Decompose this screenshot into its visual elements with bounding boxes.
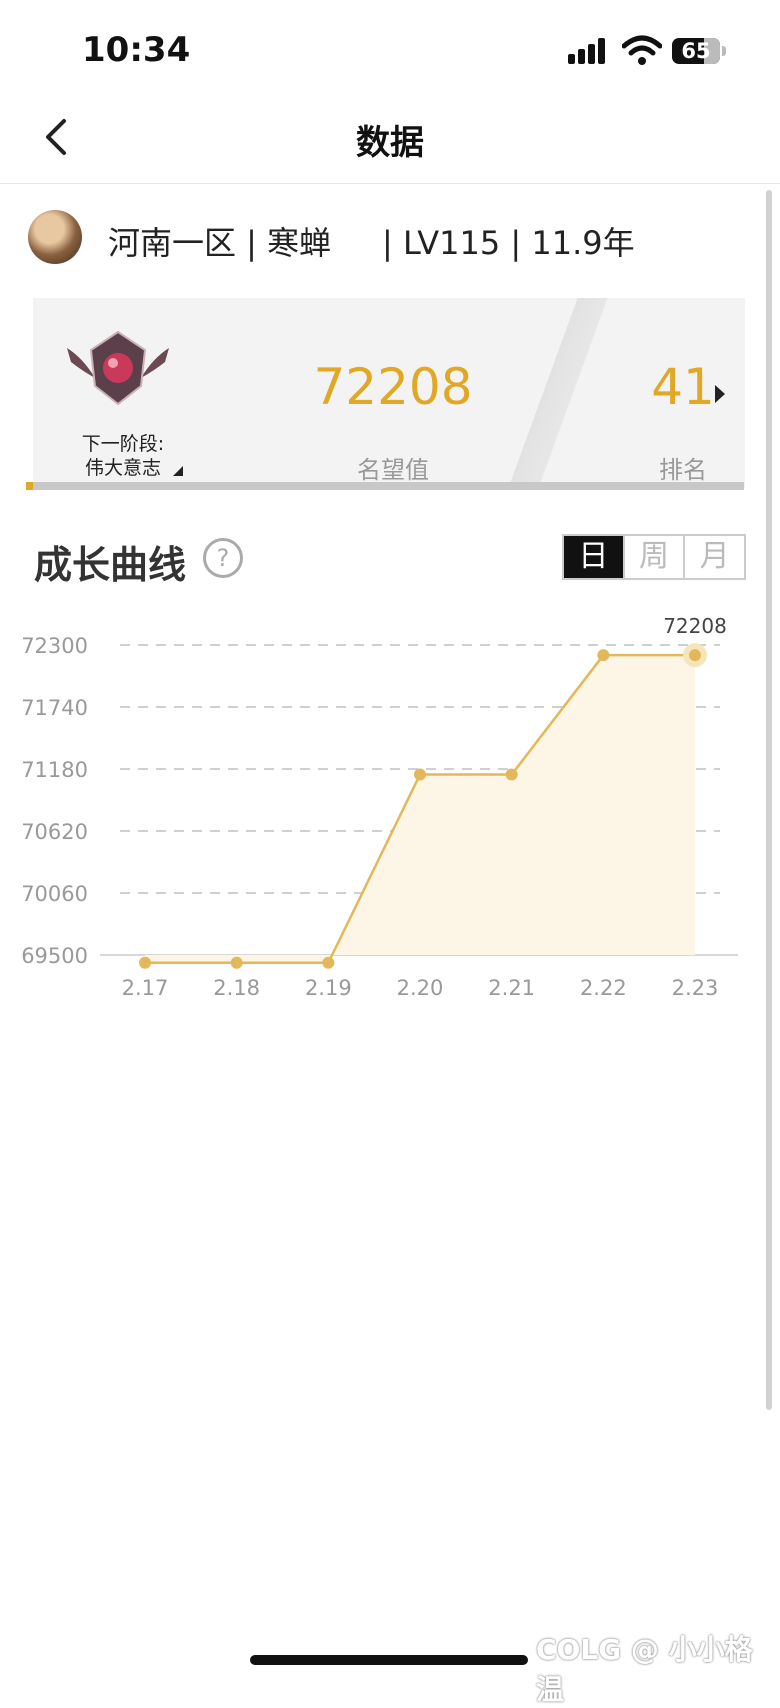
tab-day[interactable]: 日	[564, 536, 623, 578]
period-tabs: 日 周 月	[562, 534, 746, 580]
reputation-label: 名望值	[357, 456, 429, 484]
x-tick-label: 2.20	[397, 976, 444, 1000]
x-tick-label: 2.17	[122, 976, 169, 1000]
tab-month[interactable]: 月	[683, 536, 744, 578]
battery-tip	[722, 46, 726, 56]
next-stage-caption: 下一阶段:	[81, 433, 165, 455]
page-title: 数据	[356, 123, 424, 163]
rank-emblem-icon	[67, 330, 169, 406]
wifi-icon	[622, 35, 662, 65]
y-tick-label: 72300	[21, 634, 88, 658]
battery-icon: 65	[672, 38, 720, 64]
x-tick-label: 2.22	[580, 976, 627, 1000]
cellular-signal-icon	[568, 38, 610, 64]
watermark: COLG @ 小小格温	[536, 1633, 753, 1706]
data-point	[230, 956, 243, 969]
data-point	[505, 768, 518, 781]
highlight-value-label: 72208	[663, 614, 727, 638]
data-point	[597, 649, 610, 662]
data-point	[689, 649, 701, 662]
series-area	[145, 655, 695, 963]
avatar[interactable]	[28, 210, 82, 264]
x-tick-label: 2.19	[305, 976, 352, 1000]
y-tick-label: 71740	[21, 696, 88, 720]
chevron-right-icon[interactable]	[715, 385, 725, 403]
y-tick-label: 69500	[21, 944, 88, 968]
rank-label: 排名	[659, 456, 707, 484]
corner-arrow-icon	[173, 466, 183, 476]
rank-card: 下一阶段: 伟大意志 72208 名望值 41 排名	[33, 298, 745, 488]
tab-week[interactable]: 周	[622, 536, 684, 578]
data-point	[139, 956, 151, 969]
y-tick-label: 70620	[21, 820, 88, 844]
help-icon[interactable]: ?	[203, 538, 243, 578]
data-point	[414, 768, 426, 781]
data-point	[322, 956, 335, 969]
stage-progress-bar	[26, 482, 744, 490]
status-time: 10:34	[82, 30, 191, 70]
x-tick-label: 2.21	[488, 976, 535, 1000]
next-stage-label: 下一阶段: 伟大意志	[53, 432, 193, 480]
profile-info: 河南一区 | 寒蝉 | LV115 | 11.9年	[108, 224, 635, 262]
reputation-value: 72208	[313, 358, 473, 416]
y-tick-label: 70060	[21, 882, 88, 906]
status-bar: 10:34 65	[0, 0, 780, 95]
y-tick-label: 71180	[21, 758, 88, 782]
growth-chart: 69500 70060 70620 71180 71740 72300 2.17 2.18 2.…	[21, 614, 738, 1000]
x-tick-label: 2.23	[672, 976, 719, 1000]
home-indicator[interactable]	[250, 1655, 528, 1665]
section-title: 成长曲线	[34, 543, 187, 587]
battery-level: 65	[681, 39, 711, 63]
stage-progress-fill	[26, 482, 34, 490]
nav-bar: 数据	[0, 95, 780, 184]
next-stage-name: 伟大意志	[84, 457, 161, 479]
profile-row: 河南一区 | 寒蝉 | LV115 | 11.9年	[28, 210, 728, 270]
x-tick-label: 2.18	[213, 976, 260, 1000]
